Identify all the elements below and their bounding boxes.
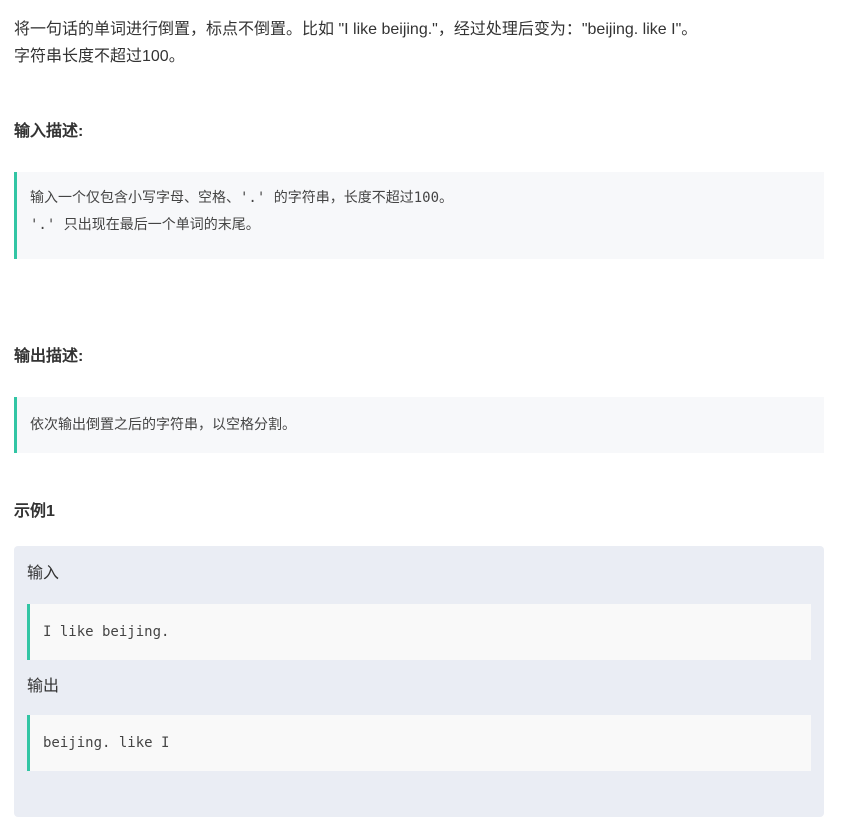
- example-input-label: 输入: [27, 565, 60, 582]
- example-input-code[interactable]: I like beijing.: [27, 604, 811, 660]
- example-output-code[interactable]: beijing. like I: [27, 715, 811, 771]
- description-line-1: 将一句话的单词进行倒置，标点不倒置。比如 "I like beijing."，经…: [14, 21, 698, 38]
- problem-content: 将一句话的单词进行倒置，标点不倒置。比如 "I like beijing."，经…: [14, 0, 824, 817]
- description-line-2: 字符串长度不超过100。: [14, 48, 185, 65]
- input-description-block: 输入一个仅包含小写字母、空格、'.' 的字符串，长度不超过100。 '.' 只出…: [14, 172, 824, 259]
- example-box: 输入 I like beijing. 输出 beijing. like I: [14, 546, 824, 817]
- input-description-line-1: 输入一个仅包含小写字母、空格、'.' 的字符串，长度不超过100。: [30, 190, 453, 206]
- example-title: 示例1: [14, 503, 55, 520]
- output-description-title: 输出描述:: [14, 348, 84, 365]
- example-output-label: 输出: [27, 678, 60, 695]
- problem-description: 将一句话的单词进行倒置，标点不倒置。比如 "I like beijing."，经…: [14, 0, 824, 70]
- output-description-block: 依次输出倒置之后的字符串，以空格分割。: [14, 397, 824, 453]
- input-description-title: 输入描述:: [14, 123, 84, 140]
- input-description-line-2: '.' 只出现在最后一个单词的末尾。: [30, 217, 260, 233]
